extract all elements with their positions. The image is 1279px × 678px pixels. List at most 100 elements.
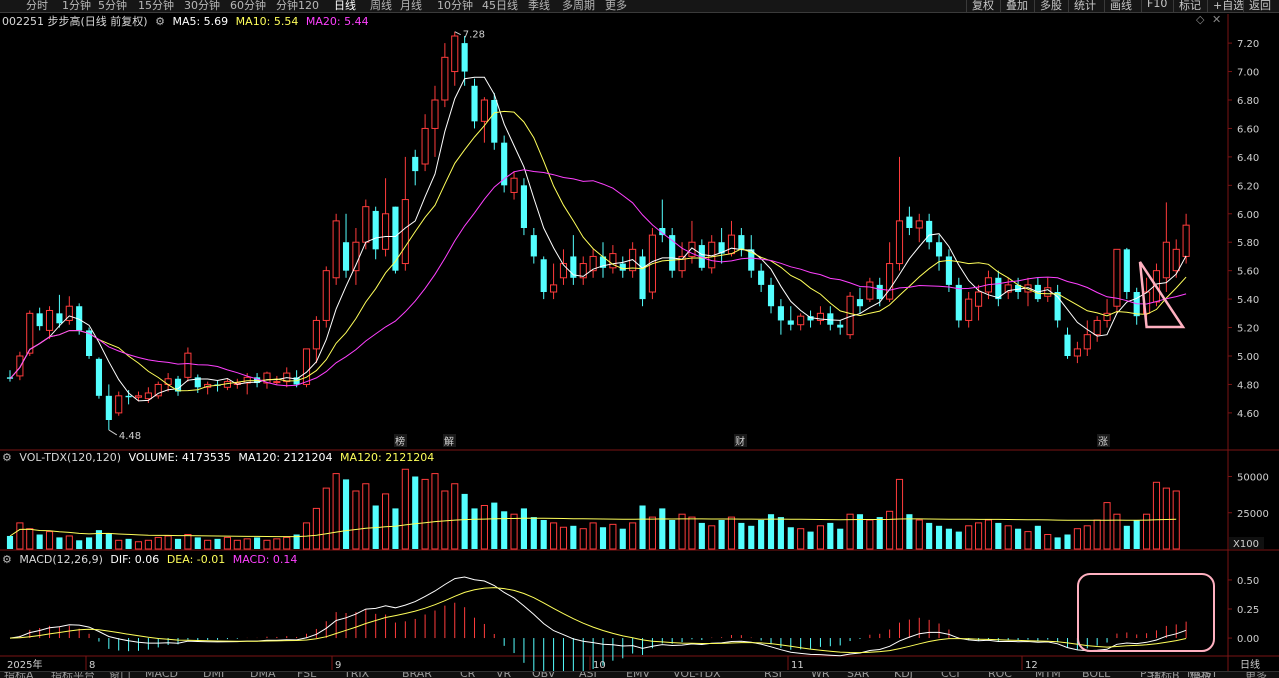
volume-bar (382, 493, 390, 550)
candle-body (56, 313, 63, 324)
ma20-value: MA20: 5.44 (305, 15, 369, 28)
volume-bar (926, 522, 933, 549)
candle-body (895, 220, 904, 265)
volume-bar (748, 525, 755, 549)
vol-ma120-white: MA120: 2121204 (238, 451, 333, 464)
volume-bar (254, 537, 261, 549)
dif-value: DIF: 0.06 (110, 553, 160, 566)
candle-body (26, 312, 34, 354)
volume-bar (935, 525, 943, 549)
settings-icon[interactable]: ⚙ (2, 553, 12, 566)
volume-bar (510, 513, 518, 550)
volume-bar (520, 508, 527, 549)
volume-bar (540, 520, 547, 549)
volume-tick-label: 25000 (1237, 509, 1269, 520)
volume-bar (965, 525, 973, 550)
event-marker[interactable]: 解 (444, 435, 454, 448)
high-arrow (454, 31, 461, 36)
volume-bar (144, 539, 152, 550)
volume-bar (312, 507, 320, 550)
candle-body (461, 43, 468, 72)
settings-icon[interactable]: ⚙ (155, 15, 165, 28)
volume-bar (352, 490, 360, 550)
volume-bar (441, 490, 449, 550)
macd-value: MACD: 0.14 (232, 553, 298, 566)
stock-title: 002251 步步高(日线 前复权) (2, 15, 148, 28)
price-tick-label: 6.20 (1237, 181, 1259, 192)
price-tick-label: 6.60 (1237, 124, 1259, 135)
kline-chart[interactable]: 7.20 7.00 6.80 6.60 6.40 6.20 6.00 5.80 5.60 5.40… (0, 0, 1279, 677)
event-marker[interactable]: 涨 (1098, 436, 1108, 448)
volume-bar (1024, 531, 1032, 550)
volume-bar (45, 531, 54, 550)
candle-body (727, 234, 736, 255)
volume-bar (1093, 519, 1101, 550)
volume-bar (223, 536, 231, 550)
volume-bar (797, 528, 805, 550)
price-tick-label: 6.80 (1237, 96, 1259, 107)
volume-bar (1162, 487, 1170, 550)
volume-bar (669, 520, 676, 549)
volume-bar (876, 517, 883, 549)
time-axis-label: 2025年 (7, 658, 42, 671)
volume-bar (501, 511, 508, 549)
candle-body (134, 395, 143, 398)
volume-bar (570, 525, 577, 549)
volume-bar (164, 535, 172, 550)
period-label: 日线 (1240, 658, 1260, 671)
volume-bar (491, 502, 498, 549)
volume-bar (1143, 513, 1151, 550)
volume-bar (392, 508, 399, 549)
volume-bar (263, 539, 271, 550)
time-axis-label: 9 (335, 660, 341, 671)
time-axis-label: 11 (791, 660, 804, 671)
candle-body (1162, 241, 1170, 279)
volume-bar (738, 522, 745, 549)
price-legend: 002251 步步高(日线 前复权) ⚙ MA5: 5.69 MA10: 5.5… (2, 13, 373, 29)
candle-body (797, 315, 805, 326)
candle-body (510, 177, 518, 193)
candle-body (827, 313, 834, 325)
macd-tick-label: 0.25 (1237, 605, 1259, 616)
high-price-label: 7.28 (463, 30, 485, 41)
candle-body (550, 284, 558, 293)
ma10-value: MA10: 5.54 (235, 15, 299, 28)
candle-body (837, 324, 844, 328)
volume-bar (579, 528, 587, 550)
event-marker[interactable]: 财 (735, 435, 745, 448)
candle-body (332, 220, 340, 279)
volume-bar (895, 478, 904, 550)
volume-bar (1152, 481, 1161, 550)
price-tick-label: 5.00 (1237, 352, 1259, 363)
volume-bar (36, 534, 43, 549)
candle-body (1064, 334, 1071, 356)
time-axis-label: 10 (593, 660, 606, 671)
volume-bar (342, 479, 350, 549)
volume-bar (975, 522, 983, 550)
candle-body (975, 291, 983, 307)
candle-body (36, 313, 43, 327)
volume-bar (243, 538, 251, 550)
volume-unit-label: X100 (1233, 539, 1259, 550)
price-tick-label: 5.20 (1237, 324, 1259, 335)
candle-body (1093, 319, 1101, 336)
volume-bar (86, 537, 93, 549)
candle-body (312, 319, 320, 350)
low-price-label: 4.48 (119, 431, 141, 442)
volume-bar (945, 528, 952, 549)
event-marker[interactable]: 榜 (395, 435, 405, 448)
candle-body (441, 56, 449, 101)
volume-bar (1103, 502, 1111, 550)
volume-bar (708, 525, 716, 550)
price-tick-label: 4.60 (1237, 409, 1259, 420)
time-axis-label: 12 (1025, 660, 1038, 671)
volume-bar (807, 531, 814, 549)
volume-bar (174, 538, 182, 549)
volume-bar (16, 522, 24, 550)
volume-bar (105, 533, 112, 549)
diamond-icon[interactable]: ◇ (1196, 13, 1204, 26)
settings-icon[interactable]: ⚙ (2, 451, 12, 464)
dea-value: DEA: -0.01 (166, 553, 226, 566)
candle-body (412, 156, 419, 172)
close-icon[interactable]: ✕ (1212, 13, 1221, 26)
